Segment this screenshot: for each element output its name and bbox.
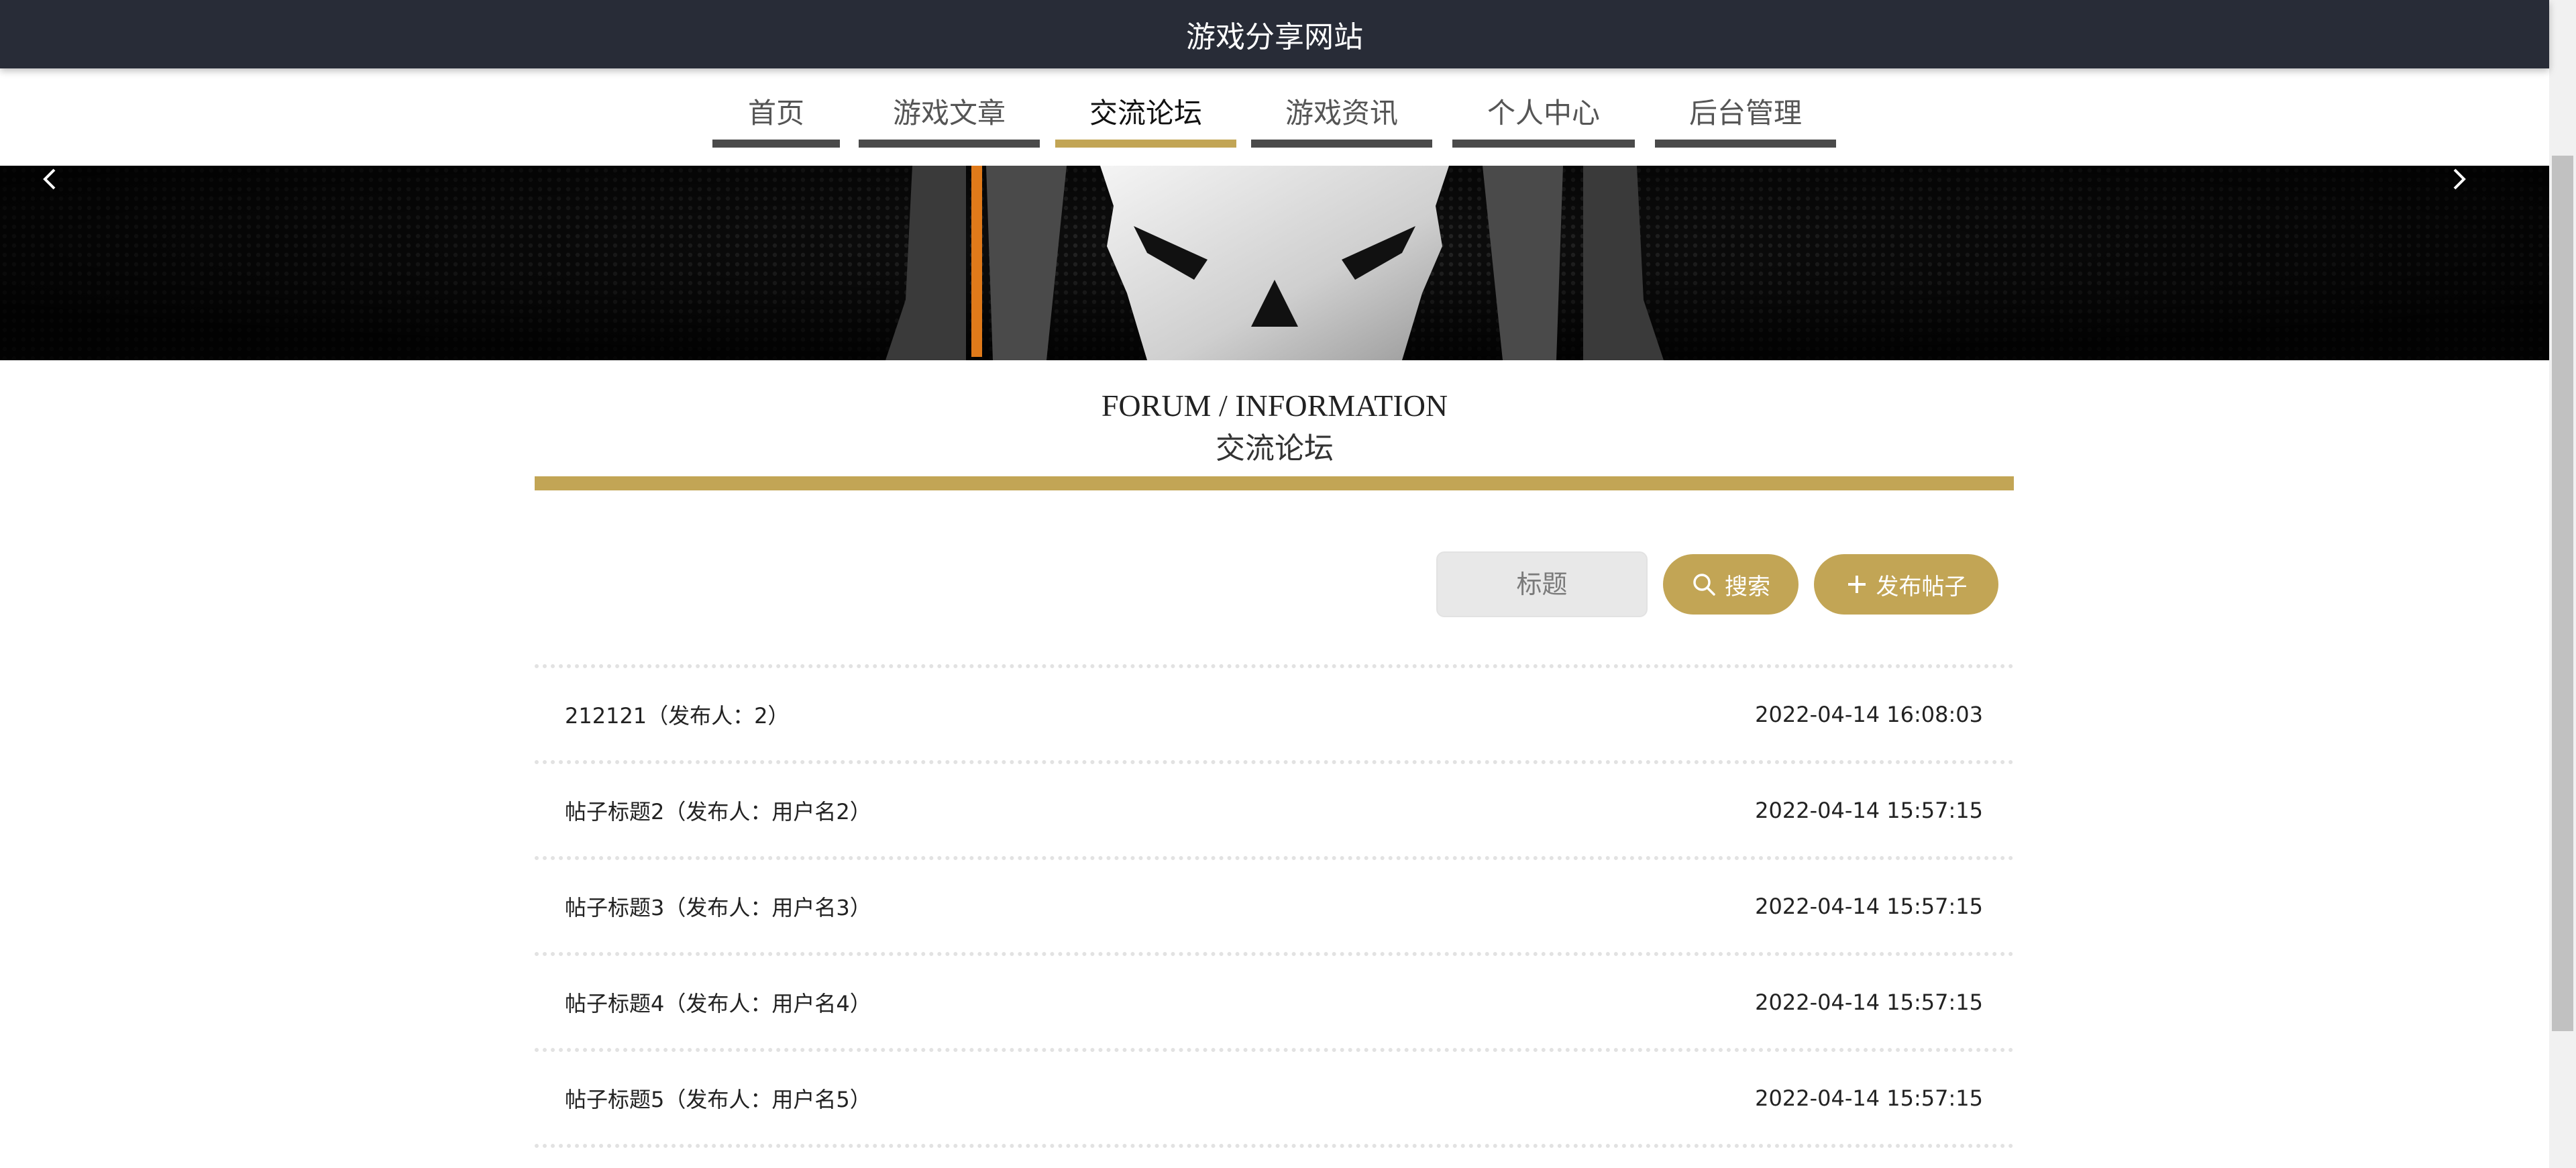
post-list: 212121（发布人：2） 2022-04-14 16:08:03 帖子标题2（…: [535, 664, 2014, 1148]
search-icon: [1693, 574, 1715, 596]
section-title-en: FORUM / INFORMATION: [1101, 388, 1448, 423]
nav-item-personal-center[interactable]: 个人中心: [1452, 93, 1635, 148]
site-header: 游戏分享网站: [0, 0, 2549, 68]
post-title[interactable]: 帖子标题2（发布人：用户名2）: [565, 795, 871, 826]
post-title[interactable]: 帖子标题4（发布人：用户名4）: [565, 987, 871, 1018]
nav-item-game-articles[interactable]: 游戏文章: [859, 93, 1040, 148]
post-time: 2022-04-14 15:57:15: [1755, 1085, 1983, 1111]
post-title[interactable]: 帖子标题5（发布人：用户名5）: [565, 1083, 871, 1114]
list-divider: [535, 1144, 2014, 1148]
chevron-left-icon: [43, 168, 56, 190]
section-title-cn: 交流论坛: [1216, 432, 1334, 465]
section-divider: [535, 476, 2014, 490]
nav-item-game-news[interactable]: 游戏资讯: [1251, 93, 1432, 148]
banner-next-arrow[interactable]: [2445, 166, 2485, 206]
post-row[interactable]: 212121（发布人：2） 2022-04-14 16:08:03: [535, 668, 2014, 760]
plus-icon: [1847, 576, 1866, 593]
banner-carousel[interactable]: [0, 166, 2549, 360]
nav-item-forum[interactable]: 交流论坛: [1055, 93, 1236, 148]
post-time: 2022-04-14 15:57:15: [1755, 893, 1983, 919]
banner-image: [0, 166, 2549, 360]
banner-prev-arrow[interactable]: [37, 166, 77, 206]
post-title[interactable]: 帖子标题3（发布人：用户名3）: [565, 891, 871, 922]
nav-item-home[interactable]: 首页: [712, 93, 840, 148]
search-button[interactable]: 搜索: [1663, 554, 1799, 615]
page: 游戏分享网站 首页 游戏文章 交流论坛 游戏资讯 个人中心 后台管理 FORUM…: [0, 0, 2576, 1168]
post-row[interactable]: 帖子标题2（发布人：用户名2） 2022-04-14 15:57:15: [535, 764, 2014, 856]
nav-item-admin[interactable]: 后台管理: [1655, 93, 1836, 148]
post-row[interactable]: 帖子标题3（发布人：用户名3） 2022-04-14 15:57:15: [535, 860, 2014, 952]
post-time: 2022-04-14 16:08:03: [1755, 701, 1983, 727]
search-button-label: 搜索: [1725, 573, 1770, 600]
post-title[interactable]: 212121（发布人：2）: [565, 699, 790, 730]
chevron-right-icon: [2453, 168, 2466, 190]
main-nav: 首页 游戏文章 交流论坛 游戏资讯 个人中心 后台管理: [0, 68, 2549, 166]
new-post-button-label: 发布帖子: [1876, 573, 1968, 600]
post-row[interactable]: 帖子标题4（发布人：用户名4） 2022-04-14 15:57:15: [535, 956, 2014, 1048]
new-post-button[interactable]: 发布帖子: [1814, 554, 1998, 615]
scrollbar-thumb[interactable]: [2552, 156, 2573, 1031]
post-row[interactable]: 帖子标题5（发布人：用户名5） 2022-04-14 15:57:15: [535, 1052, 2014, 1144]
post-time: 2022-04-14 15:57:15: [1755, 797, 1983, 823]
title-search-input[interactable]: [1436, 551, 1648, 617]
site-title: 游戏分享网站: [1186, 20, 1363, 54]
post-time: 2022-04-14 15:57:15: [1755, 989, 1983, 1015]
